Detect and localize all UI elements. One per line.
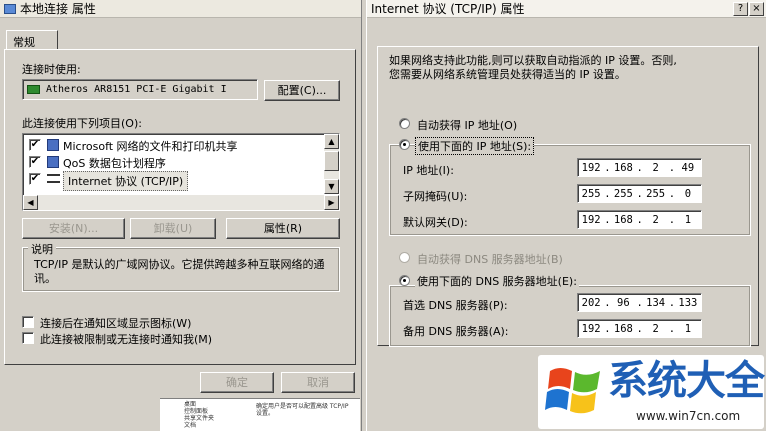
network-icon bbox=[4, 3, 16, 14]
close-button[interactable]: × bbox=[749, 2, 764, 16]
vertical-scrollbar[interactable]: ▲ ▼ bbox=[324, 134, 339, 194]
show-icon-checkbox[interactable] bbox=[22, 316, 34, 328]
manual-dns-label[interactable]: 使用下面的 DNS 服务器地址(E): bbox=[415, 273, 579, 289]
dns1-octet-4: 133 bbox=[678, 296, 698, 309]
notify-checkbox[interactable] bbox=[22, 332, 34, 344]
show-icon-label: 连接后在通知区域显示图标(W) bbox=[40, 317, 192, 330]
tab-general-label: 常规 bbox=[13, 36, 35, 49]
intro-text: 如果网络支持此功能,则可以获取自动指派的 IP 设置。否则, 您需要从网络系统管… bbox=[389, 54, 677, 82]
dns2-octet-3: 2 bbox=[652, 322, 659, 335]
tree-item[interactable]: 文档 bbox=[170, 422, 250, 429]
tree-item[interactable]: 控制面板 bbox=[170, 408, 250, 415]
network-protocol-icon bbox=[47, 174, 60, 183]
list-item-selected[interactable]: ✔ Internet 协议 (TCP/IP) bbox=[29, 171, 319, 191]
preferred-dns-label: 首选 DNS 服务器(P): bbox=[403, 299, 508, 312]
gateway-octet-2: 168 bbox=[613, 213, 633, 226]
manual-dns-radio[interactable] bbox=[399, 275, 410, 286]
items-label: 此连接使用下列项目(O): bbox=[22, 117, 142, 130]
left-title-bar: 本地连接 属性 bbox=[0, 0, 361, 18]
left-window-title: 本地连接 属性 bbox=[20, 2, 96, 16]
configure-button[interactable]: 配置(C)... bbox=[264, 80, 340, 101]
alternate-dns-field[interactable]: 192. 168. 2. 1 bbox=[577, 319, 702, 338]
scroll-left-arrow-icon[interactable]: ◀ bbox=[23, 195, 38, 210]
folder-tree: 桌面 控制面板 共享文件夹 文档 bbox=[170, 401, 250, 429]
auto-ip-radio[interactable] bbox=[399, 118, 410, 129]
tree-item[interactable]: 桌面 bbox=[170, 401, 250, 408]
scroll-thumb[interactable] bbox=[324, 151, 339, 171]
help-button[interactable]: ? bbox=[733, 2, 748, 16]
scroll-down-arrow-icon[interactable]: ▼ bbox=[324, 179, 339, 194]
mask-octet-3: 255 bbox=[646, 187, 666, 200]
help-text: 确定用户是否可以配置高级 TCP/IP 设置。 bbox=[256, 403, 349, 417]
right-window-title: Internet 协议 (TCP/IP) 属性 bbox=[371, 2, 525, 16]
local-connection-properties-dialog: 本地连接 属性 常规 连接时使用: Atheros AR8151 PCI-E G… bbox=[0, 0, 362, 431]
scroll-right-arrow-icon[interactable]: ▶ bbox=[324, 195, 339, 210]
item-checkbox[interactable]: ✔ bbox=[29, 139, 41, 151]
item-label: Internet 协议 (TCP/IP) bbox=[63, 171, 189, 191]
connect-using-label: 连接时使用: bbox=[22, 63, 81, 76]
ok-button[interactable]: 确定 bbox=[200, 372, 274, 393]
adapter-icon bbox=[27, 85, 40, 94]
intro-line-1: 如果网络支持此功能,则可以获取自动指派的 IP 设置。否则, bbox=[389, 54, 677, 67]
cancel-button[interactable]: 取消 bbox=[281, 372, 355, 393]
tab-general[interactable]: 常规 bbox=[6, 30, 58, 50]
gateway-octet-1: 192 bbox=[581, 213, 601, 226]
description-text: TCP/IP 是默认的广域网协议。它提供跨越多种互联网络的通讯。 bbox=[34, 258, 325, 285]
dns2-octet-1: 192 bbox=[581, 322, 601, 335]
manual-ip-label[interactable]: 使用下面的 IP 地址(S): bbox=[415, 137, 535, 155]
watermark-brand: 系统大全 bbox=[608, 358, 765, 404]
item-checkbox[interactable]: ✔ bbox=[29, 156, 41, 168]
qos-icon bbox=[47, 156, 59, 168]
mask-octet-2: 255 bbox=[613, 187, 633, 200]
mask-octet-1: 255 bbox=[581, 187, 601, 200]
notify-label: 此连接被限制或无连接时通知我(M) bbox=[40, 333, 213, 346]
gateway-field[interactable]: 192. 168. 2. 1 bbox=[577, 210, 702, 229]
alternate-dns-label: 备用 DNS 服务器(A): bbox=[403, 325, 509, 338]
subnet-mask-field[interactable]: 255. 255. 255. 0 bbox=[577, 184, 702, 203]
dns1-octet-1: 202 bbox=[581, 296, 601, 309]
item-label: Microsoft 网络的文件和打印机共享 bbox=[63, 140, 238, 153]
horizontal-scrollbar[interactable]: ◀ ▶ bbox=[23, 195, 339, 210]
components-list: ✔ Microsoft 网络的文件和打印机共享 ✔ QoS 数据包计划程序 ✔ … bbox=[22, 133, 340, 211]
dns1-octet-2: 96 bbox=[617, 296, 630, 309]
gateway-octet-3: 2 bbox=[652, 213, 659, 226]
mask-octet-4: 0 bbox=[684, 187, 692, 200]
subnet-mask-label: 子网掩码(U): bbox=[403, 190, 468, 203]
right-title-bar: Internet 协议 (TCP/IP) 属性 bbox=[367, 0, 766, 18]
ip-octet-2: 168 bbox=[613, 161, 633, 174]
dns2-octet-2: 168 bbox=[613, 322, 633, 335]
manual-ip-radio[interactable] bbox=[399, 139, 410, 150]
site-watermark: 系统大全 www.win7cn.com bbox=[538, 355, 765, 429]
ip-octet-1: 192 bbox=[581, 161, 601, 174]
tree-item[interactable]: 共享文件夹 bbox=[170, 415, 250, 422]
windows-logo-icon bbox=[545, 368, 600, 414]
auto-ip-label[interactable]: 自动获得 IP 地址(O) bbox=[417, 117, 517, 133]
dns2-octet-4: 1 bbox=[684, 322, 692, 335]
install-button[interactable]: 安装(N)... bbox=[22, 218, 125, 239]
printer-share-icon bbox=[47, 139, 59, 151]
description-label: 说明 bbox=[28, 241, 56, 257]
uninstall-button[interactable]: 卸载(U) bbox=[130, 218, 216, 239]
ip-octet-3: 2 bbox=[652, 161, 659, 174]
auto-dns-radio[interactable] bbox=[399, 252, 410, 263]
gateway-octet-4: 1 bbox=[684, 213, 692, 226]
background-explorer-window: 桌面 控制面板 共享文件夹 文档 确定用户是否可以配置高级 TCP/IP 设置。 bbox=[160, 398, 360, 431]
intro-line-2: 您需要从网络系统管理员处获得适当的 IP 设置。 bbox=[389, 68, 626, 81]
adapter-name: Atheros AR8151 PCI-E Gigabit I bbox=[46, 84, 227, 95]
list-item[interactable]: ✔ Microsoft 网络的文件和打印机共享 bbox=[29, 137, 319, 153]
preferred-dns-field[interactable]: 202. 96. 134. 133 bbox=[577, 293, 702, 312]
auto-dns-label[interactable]: 自动获得 DNS 服务器地址(B) bbox=[417, 251, 563, 267]
adapter-field: Atheros AR8151 PCI-E Gigabit I bbox=[22, 79, 258, 100]
dns1-octet-3: 134 bbox=[646, 296, 666, 309]
ip-address-label: IP 地址(I): bbox=[403, 164, 454, 177]
ip-octet-4: 49 bbox=[681, 161, 695, 174]
watermark-url: www.win7cn.com bbox=[636, 409, 741, 423]
scroll-up-arrow-icon[interactable]: ▲ bbox=[324, 134, 339, 149]
properties-button[interactable]: 属性(R) bbox=[226, 218, 340, 239]
list-item[interactable]: ✔ QoS 数据包计划程序 bbox=[29, 154, 319, 170]
item-label: QoS 数据包计划程序 bbox=[63, 157, 166, 170]
item-checkbox[interactable]: ✔ bbox=[29, 173, 41, 185]
gateway-label: 默认网关(D): bbox=[403, 216, 468, 229]
ip-address-field[interactable]: 192. 168. 2. 49 bbox=[577, 158, 702, 177]
